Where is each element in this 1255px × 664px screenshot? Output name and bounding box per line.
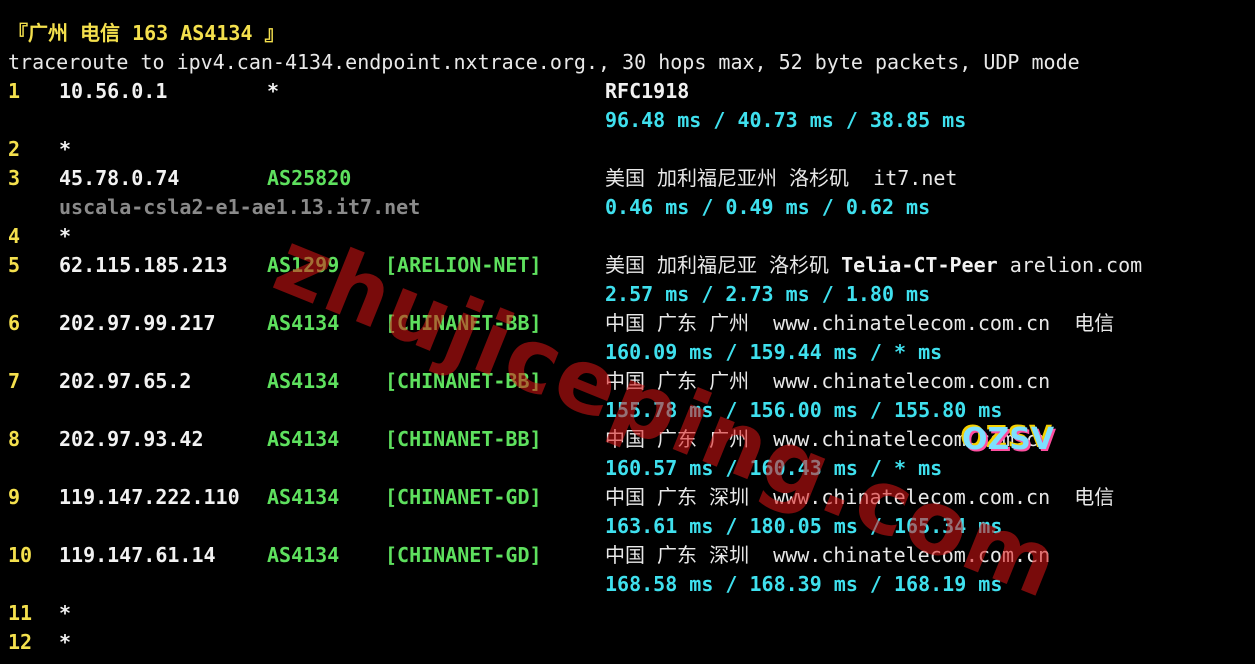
hop-asn: AS4134 bbox=[267, 311, 340, 335]
hop-number: 2 bbox=[8, 137, 21, 161]
hop-asn: AS1299 bbox=[267, 253, 340, 277]
hop-asn: AS25820 bbox=[267, 166, 352, 190]
hop-ip: 10.56.0.1 bbox=[59, 79, 168, 103]
hop-geo-domain: arelion.com bbox=[997, 253, 1143, 277]
hop-asn: AS4134 bbox=[267, 543, 340, 567]
hop-row: 3 45.78.0.74 AS25820 美国 加利福尼亚州 洛杉矶 it7.net bbox=[8, 164, 1248, 193]
hop-geo: 中国 广东 深圳 www.chinatelecom.com.cn bbox=[605, 541, 1050, 570]
hop-number: 7 bbox=[8, 369, 21, 393]
hop-detail-row: 163.61 ms / 180.05 ms / 165.34 ms bbox=[8, 512, 1248, 541]
hop-network-tag: [CHINANET-BB] bbox=[385, 311, 542, 335]
hop-row: 10 119.147.61.14 AS4134 [CHINANET-GD] 中国 广东 … bbox=[8, 541, 1248, 570]
hop-ip: 119.147.222.110 bbox=[59, 485, 240, 509]
hop-geo-location: RFC1918 bbox=[605, 79, 690, 103]
hop-geo-location: 中国 广东 深圳 www.chinatelecom.com.cn bbox=[605, 543, 1051, 567]
hop-rtt: 163.61 ms / 180.05 ms / 165.34 ms bbox=[605, 514, 1003, 538]
hop-asn: AS4134 bbox=[267, 369, 340, 393]
hop-rtt: 155.78 ms / 156.00 ms / 155.80 ms bbox=[605, 398, 1003, 422]
hop-row: 5 62.115.185.213 AS1299 [ARELION-NET] 美国 加利福… bbox=[8, 251, 1248, 280]
hop-ip: 202.97.65.2 bbox=[59, 369, 192, 393]
hop-number: 9 bbox=[8, 485, 21, 509]
hop-geo-location: 中国 广东 广州 www.chinatelecom.com.cn bbox=[605, 427, 1051, 451]
hop-rtt: 168.58 ms / 168.39 ms / 168.19 ms bbox=[605, 572, 1003, 596]
hop-asn: AS4134 bbox=[267, 427, 340, 451]
hop-detail-row: 2.57 ms / 2.73 ms / 1.80 ms bbox=[8, 280, 1248, 309]
hop-geo: 中国 广东 广州 www.chinatelecom.com.cn bbox=[605, 367, 1050, 396]
hop-rtt: 96.48 ms / 40.73 ms / 38.85 ms bbox=[605, 108, 967, 132]
hop-ip: 202.97.99.217 bbox=[59, 311, 216, 335]
hop-ip: * bbox=[59, 630, 72, 654]
hop-hostname: uscala-csla2-e1-ae1.13.it7.net bbox=[59, 195, 421, 219]
hop-row: 8 202.97.93.42 AS4134 [CHINANET-BB] 中国 广东 广州… bbox=[8, 425, 1248, 454]
hop-number: 6 bbox=[8, 311, 21, 335]
hop-geo-location: 中国 广东 广州 www.chinatelecom.com.cn bbox=[605, 369, 1051, 393]
hop-rtt: 2.57 ms / 2.73 ms / 1.80 ms bbox=[605, 282, 931, 306]
hop-ip: 62.115.185.213 bbox=[59, 253, 228, 277]
hop-row: 2 * bbox=[8, 135, 1248, 164]
hop-geo-peer: Telia-CT-Peer bbox=[841, 253, 998, 277]
trace-title: 『广州 电信 163 AS4134 』 bbox=[8, 21, 285, 45]
hop-asn: * bbox=[267, 79, 280, 103]
hop-geo: 美国 加利福尼亚州 洛杉矶 it7.net bbox=[605, 164, 957, 193]
hop-row: 7 202.97.65.2 AS4134 [CHINANET-BB] 中国 广东 广州 … bbox=[8, 367, 1248, 396]
hop-detail-row: 155.78 ms / 156.00 ms / 155.80 ms bbox=[8, 396, 1248, 425]
hop-geo: RFC1918 bbox=[605, 77, 689, 106]
trace-command: traceroute to ipv4.can-4134.endpoint.nxt… bbox=[8, 50, 1080, 74]
hop-network-tag: [CHINANET-BB] bbox=[385, 369, 542, 393]
hop-geo: 中国 广东 广州 www.chinatelecom.com.cn bbox=[605, 425, 1050, 454]
hop-row: 4 * bbox=[8, 222, 1248, 251]
hop-number: 4 bbox=[8, 224, 21, 248]
hop-row: 11 * bbox=[8, 599, 1248, 628]
hop-detail-row: 160.09 ms / 159.44 ms / * ms bbox=[8, 338, 1248, 367]
hop-ip: 119.147.61.14 bbox=[59, 543, 216, 567]
terminal-window[interactable]: 『广州 电信 163 AS4134 』 traceroute to ipv4.c… bbox=[0, 0, 1255, 664]
hop-geo: 中国 广东 深圳 www.chinatelecom.com.cn 电信 bbox=[605, 483, 1114, 512]
hop-number: 5 bbox=[8, 253, 21, 277]
hop-detail-row: uscala-csla2-e1-ae1.13.it7.net 0.46 ms / … bbox=[8, 193, 1248, 222]
hop-ip: * bbox=[59, 137, 72, 161]
hop-detail-row: 96.48 ms / 40.73 ms / 38.85 ms bbox=[8, 106, 1248, 135]
hop-network-tag: [ARELION-NET] bbox=[385, 253, 542, 277]
hop-rtt: 0.46 ms / 0.49 ms / 0.62 ms bbox=[605, 195, 931, 219]
hop-asn: AS4134 bbox=[267, 485, 340, 509]
hop-geo-location: 美国 加利福尼亚州 洛杉矶 it7.net bbox=[605, 166, 958, 190]
hop-ip: * bbox=[59, 601, 72, 625]
hop-geo-location: 中国 广东 广州 www.chinatelecom.com.cn 电信 bbox=[605, 311, 1115, 335]
hop-number: 3 bbox=[8, 166, 21, 190]
hop-detail-row: 160.57 ms / 160.43 ms / * ms bbox=[8, 454, 1248, 483]
hop-row: 1 10.56.0.1 * RFC1918 bbox=[8, 77, 1248, 106]
hop-ip: * bbox=[59, 224, 72, 248]
hop-number: 12 bbox=[8, 630, 33, 654]
hop-row: 9 119.147.222.110 AS4134 [CHINANET-GD] 中国 广东… bbox=[8, 483, 1248, 512]
hop-number: 8 bbox=[8, 427, 21, 451]
hop-geo-location: 中国 广东 深圳 www.chinatelecom.com.cn 电信 bbox=[605, 485, 1115, 509]
hop-network-tag: [CHINANET-BB] bbox=[385, 427, 542, 451]
hop-row: 6 202.97.99.217 AS4134 [CHINANET-BB] 中国 广东 广… bbox=[8, 309, 1248, 338]
hop-geo-location: 美国 加利福尼亚 洛杉矶 bbox=[605, 253, 842, 277]
hop-rtt: 160.09 ms / 159.44 ms / * ms bbox=[605, 340, 943, 364]
hop-geo: 美国 加利福尼亚 洛杉矶 Telia-CT-Peer arelion.com bbox=[605, 251, 1142, 280]
hop-number: 10 bbox=[8, 543, 33, 567]
hop-number: 11 bbox=[8, 601, 33, 625]
hop-network-tag: [CHINANET-GD] bbox=[385, 543, 542, 567]
hop-ip: 202.97.93.42 bbox=[59, 427, 204, 451]
hop-row: 12 * bbox=[8, 628, 1248, 657]
hop-rtt: 160.57 ms / 160.43 ms / * ms bbox=[605, 456, 943, 480]
hop-geo: 中国 广东 广州 www.chinatelecom.com.cn 电信 bbox=[605, 309, 1114, 338]
hop-detail-row: 168.58 ms / 168.39 ms / 168.19 ms bbox=[8, 570, 1248, 599]
hop-number: 1 bbox=[8, 79, 21, 103]
hop-network-tag: [CHINANET-GD] bbox=[385, 485, 542, 509]
hop-ip: 45.78.0.74 bbox=[59, 166, 180, 190]
